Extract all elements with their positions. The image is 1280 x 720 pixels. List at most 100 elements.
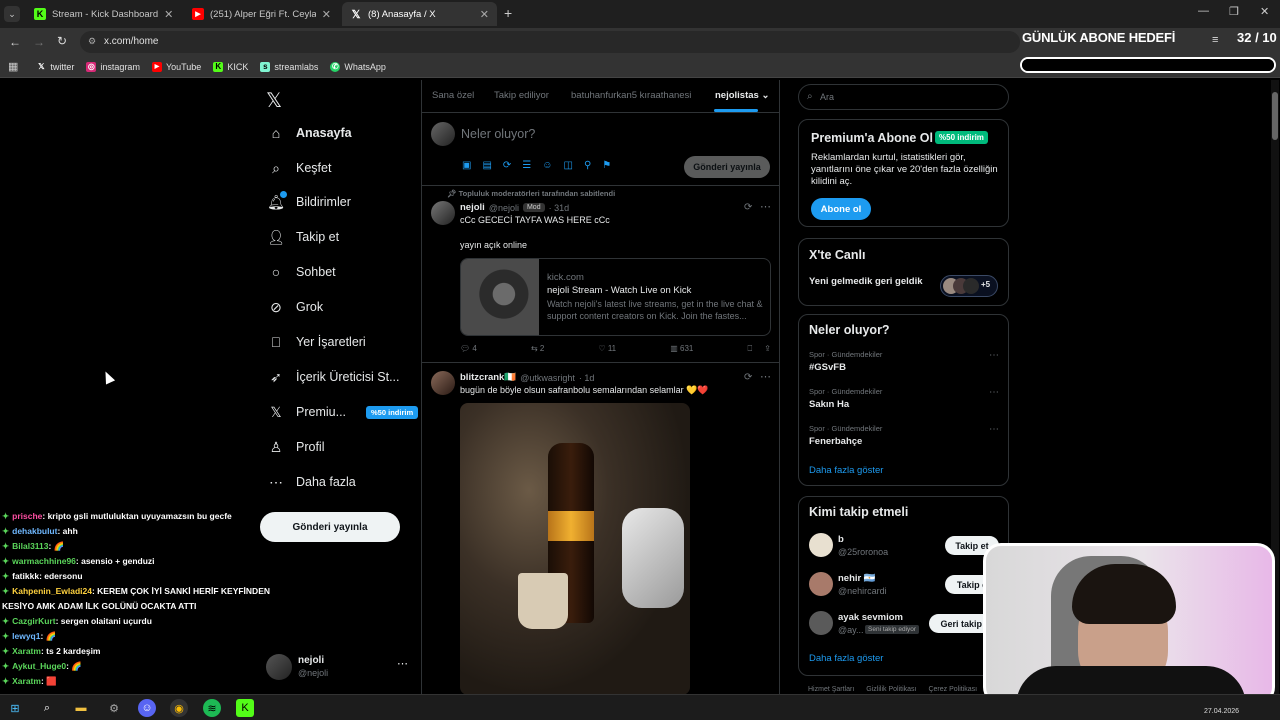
bookmark-streamlabs[interactable]: s streamlabs	[260, 61, 318, 72]
tab-search-button[interactable]: ⌄	[4, 6, 20, 22]
trend-item[interactable]: Spor · Gündemdekiler #GSvFB ⋯	[809, 350, 999, 373]
trend-more-icon[interactable]: ⋯	[989, 424, 999, 435]
views-action[interactable]: ▥ 631	[670, 344, 693, 354]
flag-icon[interactable]: ⚑	[602, 160, 611, 171]
queue-icon[interactable]: ≡	[1212, 34, 1218, 46]
live-avatars[interactable]: +5	[940, 275, 998, 297]
steam-icon[interactable]: ⚙	[105, 699, 123, 717]
avatar[interactable]	[431, 371, 455, 395]
avatar[interactable]	[809, 533, 833, 557]
tab-for-you[interactable]: Sana özel	[432, 90, 474, 101]
tab-following[interactable]: Takip ediliyor	[494, 90, 549, 101]
apps-icon[interactable]: ▦	[8, 60, 18, 73]
nav-grok[interactable]: ⊘ Grok	[268, 293, 323, 321]
suggested-user-name[interactable]: nehir 🇦🇷	[838, 573, 876, 584]
grok-icon[interactable]: ⟳	[744, 372, 752, 383]
url-text[interactable]: x.com/home	[104, 36, 158, 47]
trends-show-more[interactable]: Daha fazla göster	[809, 465, 883, 476]
nav-bookmarks[interactable]: ⎕ Yer İşaretleri	[268, 328, 366, 356]
window-close-button[interactable]: ✕	[1260, 5, 1269, 18]
live-space-text[interactable]: Yeni gelmedik geri geldik	[809, 276, 923, 287]
nav-notifications[interactable]: 🔔︎ Bildirimler	[267, 188, 351, 216]
who-to-follow-show-more[interactable]: Daha fazla göster	[809, 653, 883, 664]
poll-icon[interactable]: ☰	[522, 160, 531, 171]
tweet-image[interactable]	[460, 403, 690, 695]
x-logo-icon[interactable]: 𝕏	[266, 88, 282, 113]
tab-kick-dashboard[interactable]: K Stream - Kick Dashboard ✕	[26, 2, 181, 26]
tweet-more-icon[interactable]: ⋯	[760, 370, 771, 383]
avatar[interactable]	[266, 654, 292, 680]
image-icon[interactable]: ▣	[462, 160, 471, 171]
bookmark-twitter[interactable]: 𝕏twitter	[36, 62, 74, 72]
back-icon[interactable]: ←	[9, 35, 21, 49]
tweet-handle[interactable]: @utkwasright	[520, 373, 575, 383]
trend-item[interactable]: Spor · Gündemdekiler Sakın Ha ⋯	[809, 387, 999, 410]
footer-link[interactable]: Gizlilik Politikası	[866, 686, 916, 693]
tweet-author[interactable]: nejoli	[460, 202, 485, 213]
trend-more-icon[interactable]: ⋯	[989, 387, 999, 398]
nav-chat[interactable]: ○ Sohbet	[268, 258, 336, 286]
trend-more-icon[interactable]: ⋯	[989, 350, 999, 361]
nav-home[interactable]: ⌂ Anasayfa	[268, 119, 352, 147]
schedule-icon[interactable]: ◫	[563, 160, 572, 171]
nav-creator-studio[interactable]: ➶ İçerik Üreticisi St...	[268, 363, 399, 391]
like-action[interactable]: ♡ 11	[598, 344, 616, 354]
repost-action[interactable]: ⇆ 2	[531, 344, 544, 354]
reload-icon[interactable]: ↻	[57, 34, 67, 48]
compose-input[interactable]: Neler oluyor?	[461, 127, 535, 141]
post-button[interactable]: Gönderi yayınla	[260, 512, 400, 542]
site-info-icon[interactable]: ⚙	[88, 36, 96, 47]
forward-icon[interactable]: →	[33, 35, 45, 49]
bookmark-whatsapp[interactable]: ✆ WhatsApp	[330, 61, 386, 72]
reply-action[interactable]: 💬︎ 4	[460, 344, 477, 354]
tweet-handle[interactable]: @nejoli	[489, 203, 519, 213]
tab-nejolistas[interactable]: nejolistas ⌄	[715, 90, 769, 101]
spotify-icon[interactable]: ≋	[203, 699, 221, 717]
bookmark-icon[interactable]: ⎕	[747, 344, 752, 354]
link-card[interactable]: kick.com nejoli Stream - Watch Live on K…	[460, 258, 771, 336]
kick-icon[interactable]: K	[236, 699, 254, 717]
avatar[interactable]	[809, 572, 833, 596]
tweet-time[interactable]: · 1d	[579, 373, 595, 383]
search-icon[interactable]: ⌕	[38, 699, 56, 717]
bookmark-instagram[interactable]: ◎ instagram	[86, 61, 140, 72]
tab-youtube[interactable]: ▶ (251) Alper Eğri Ft. Ceylan Koyn ✕	[184, 2, 339, 26]
footer-link[interactable]: Hizmet Şartları	[808, 686, 854, 693]
subscribe-button[interactable]: Abone ol	[811, 198, 871, 220]
compose-post-button[interactable]: Gönderi yayınla	[684, 156, 770, 178]
chrome-icon[interactable]: ◉	[170, 699, 188, 717]
nav-more[interactable]: ⋯ Daha fazla	[268, 468, 356, 496]
avatar[interactable]	[809, 611, 833, 635]
tweet-time[interactable]: · 31d	[549, 203, 570, 213]
avatar[interactable]	[431, 201, 455, 225]
location-icon[interactable]: ⚲	[584, 160, 591, 171]
share-icon[interactable]: ⇪	[764, 344, 771, 354]
nav-premium[interactable]: 𝕏 Premiu... %50 indirim	[268, 398, 419, 426]
tweet-more-icon[interactable]: ⋯	[760, 200, 771, 213]
minimize-button[interactable]: —	[1198, 5, 1209, 17]
bookmark-kick[interactable]: K KICK	[213, 61, 248, 72]
grok-icon[interactable]: ⟳	[503, 160, 511, 171]
new-tab-button[interactable]: +	[504, 5, 512, 21]
tab-x-home[interactable]: 𝕏 (8) Anasayfa / X ✕	[342, 2, 497, 26]
windows-start-icon[interactable]: ⊞	[6, 699, 24, 717]
footer-link[interactable]: Çerez Politikası	[928, 686, 977, 693]
nav-profile[interactable]: ♙ Profil	[268, 433, 325, 461]
close-icon[interactable]: ✕	[322, 8, 331, 21]
account-menu-icon[interactable]: ⋯	[397, 657, 408, 670]
discord-icon[interactable]: ☺	[138, 699, 156, 717]
tweet-author[interactable]: blitzcrank🇮🇪	[460, 372, 516, 383]
nav-explore[interactable]: ⌕ Keşfet	[268, 154, 331, 182]
trend-item[interactable]: Spor · Gündemdekiler Fenerbahçe ⋯	[809, 424, 999, 447]
bookmark-youtube[interactable]: ▶ YouTube	[151, 61, 201, 72]
suggested-user-name[interactable]: b	[838, 534, 844, 545]
file-explorer-icon[interactable]: ▬	[72, 699, 90, 717]
search-input[interactable]: ⌕ Ara	[798, 84, 1009, 110]
restore-button[interactable]: ❐	[1229, 5, 1239, 18]
nav-follow[interactable]: 👤︎ Takip et	[267, 223, 339, 251]
address-bar[interactable]: ⚙ x.com/home	[80, 31, 1020, 53]
grok-icon[interactable]: ⟳	[744, 202, 752, 213]
close-icon[interactable]: ✕	[164, 8, 173, 21]
close-icon[interactable]: ✕	[480, 8, 489, 21]
emoji-icon[interactable]: ☺	[542, 160, 552, 171]
